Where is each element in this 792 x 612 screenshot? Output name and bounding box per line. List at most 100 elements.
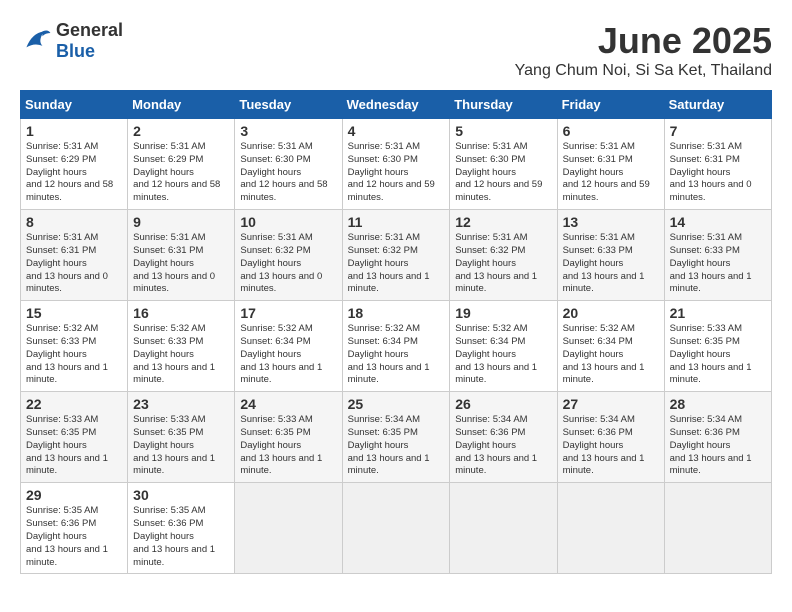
day-number: 11 bbox=[348, 214, 445, 230]
day-number: 12 bbox=[455, 214, 551, 230]
day-info: Sunrise: 5:34 AMSunset: 6:36 PMDaylight … bbox=[455, 414, 551, 478]
calendar-week-row: 22 Sunrise: 5:33 AMSunset: 6:35 PMDaylig… bbox=[21, 392, 772, 483]
calendar-cell: 14 Sunrise: 5:31 AMSunset: 6:33 PMDaylig… bbox=[664, 210, 771, 301]
day-number: 2 bbox=[133, 123, 229, 139]
day-number: 23 bbox=[133, 396, 229, 412]
calendar-cell: 1 Sunrise: 5:31 AMSunset: 6:29 PMDayligh… bbox=[21, 119, 128, 210]
day-number: 21 bbox=[670, 305, 766, 321]
calendar-cell: 13 Sunrise: 5:31 AMSunset: 6:33 PMDaylig… bbox=[557, 210, 664, 301]
weekday-header-row: Sunday Monday Tuesday Wednesday Thursday… bbox=[21, 91, 772, 119]
calendar-cell: 2 Sunrise: 5:31 AMSunset: 6:29 PMDayligh… bbox=[128, 119, 235, 210]
day-info: Sunrise: 5:31 AMSunset: 6:30 PMDaylight … bbox=[455, 141, 551, 205]
day-number: 24 bbox=[240, 396, 336, 412]
day-info: Sunrise: 5:32 AMSunset: 6:33 PMDaylight … bbox=[26, 323, 122, 387]
day-info: Sunrise: 5:31 AMSunset: 6:33 PMDaylight … bbox=[563, 232, 659, 296]
day-info: Sunrise: 5:31 AMSunset: 6:29 PMDaylight … bbox=[133, 141, 229, 205]
day-number: 4 bbox=[348, 123, 445, 139]
calendar-cell: 26 Sunrise: 5:34 AMSunset: 6:36 PMDaylig… bbox=[450, 392, 557, 483]
day-number: 18 bbox=[348, 305, 445, 321]
header-wednesday: Wednesday bbox=[342, 91, 450, 119]
day-number: 14 bbox=[670, 214, 766, 230]
header-thursday: Thursday bbox=[450, 91, 557, 119]
day-info: Sunrise: 5:32 AMSunset: 6:33 PMDaylight … bbox=[133, 323, 229, 387]
day-info: Sunrise: 5:31 AMSunset: 6:30 PMDaylight … bbox=[240, 141, 336, 205]
calendar-cell: 9 Sunrise: 5:31 AMSunset: 6:31 PMDayligh… bbox=[128, 210, 235, 301]
day-number: 16 bbox=[133, 305, 229, 321]
calendar-cell: 20 Sunrise: 5:32 AMSunset: 6:34 PMDaylig… bbox=[557, 301, 664, 392]
day-info: Sunrise: 5:31 AMSunset: 6:32 PMDaylight … bbox=[240, 232, 336, 296]
calendar-cell: 21 Sunrise: 5:33 AMSunset: 6:35 PMDaylig… bbox=[664, 301, 771, 392]
calendar-table: Sunday Monday Tuesday Wednesday Thursday… bbox=[20, 90, 772, 574]
logo-icon bbox=[20, 25, 52, 57]
calendar-cell: 30 Sunrise: 5:35 AMSunset: 6:36 PMDaylig… bbox=[128, 483, 235, 574]
day-info: Sunrise: 5:31 AMSunset: 6:32 PMDaylight … bbox=[455, 232, 551, 296]
day-number: 26 bbox=[455, 396, 551, 412]
day-number: 1 bbox=[26, 123, 122, 139]
day-info: Sunrise: 5:35 AMSunset: 6:36 PMDaylight … bbox=[133, 505, 229, 569]
day-number: 8 bbox=[26, 214, 122, 230]
day-info: Sunrise: 5:32 AMSunset: 6:34 PMDaylight … bbox=[240, 323, 336, 387]
calendar-cell: 3 Sunrise: 5:31 AMSunset: 6:30 PMDayligh… bbox=[235, 119, 342, 210]
logo-blue: Blue bbox=[56, 41, 95, 61]
day-number: 28 bbox=[670, 396, 766, 412]
day-number: 22 bbox=[26, 396, 122, 412]
logo: General Blue bbox=[20, 20, 123, 62]
calendar-cell: 10 Sunrise: 5:31 AMSunset: 6:32 PMDaylig… bbox=[235, 210, 342, 301]
calendar-cell: 28 Sunrise: 5:34 AMSunset: 6:36 PMDaylig… bbox=[664, 392, 771, 483]
header-tuesday: Tuesday bbox=[235, 91, 342, 119]
calendar-cell: 11 Sunrise: 5:31 AMSunset: 6:32 PMDaylig… bbox=[342, 210, 450, 301]
day-info: Sunrise: 5:31 AMSunset: 6:33 PMDaylight … bbox=[670, 232, 766, 296]
day-info: Sunrise: 5:33 AMSunset: 6:35 PMDaylight … bbox=[26, 414, 122, 478]
day-info: Sunrise: 5:34 AMSunset: 6:35 PMDaylight … bbox=[348, 414, 445, 478]
calendar-cell: 25 Sunrise: 5:34 AMSunset: 6:35 PMDaylig… bbox=[342, 392, 450, 483]
day-info: Sunrise: 5:31 AMSunset: 6:30 PMDaylight … bbox=[348, 141, 445, 205]
header-friday: Friday bbox=[557, 91, 664, 119]
day-info: Sunrise: 5:33 AMSunset: 6:35 PMDaylight … bbox=[240, 414, 336, 478]
day-info: Sunrise: 5:34 AMSunset: 6:36 PMDaylight … bbox=[563, 414, 659, 478]
day-info: Sunrise: 5:35 AMSunset: 6:36 PMDaylight … bbox=[26, 505, 122, 569]
day-number: 27 bbox=[563, 396, 659, 412]
header-saturday: Saturday bbox=[664, 91, 771, 119]
day-number: 7 bbox=[670, 123, 766, 139]
calendar-cell: 17 Sunrise: 5:32 AMSunset: 6:34 PMDaylig… bbox=[235, 301, 342, 392]
day-info: Sunrise: 5:31 AMSunset: 6:31 PMDaylight … bbox=[563, 141, 659, 205]
day-info: Sunrise: 5:31 AMSunset: 6:29 PMDaylight … bbox=[26, 141, 122, 205]
day-number: 6 bbox=[563, 123, 659, 139]
day-info: Sunrise: 5:31 AMSunset: 6:32 PMDaylight … bbox=[348, 232, 445, 296]
calendar-week-row: 8 Sunrise: 5:31 AMSunset: 6:31 PMDayligh… bbox=[21, 210, 772, 301]
day-info: Sunrise: 5:33 AMSunset: 6:35 PMDaylight … bbox=[670, 323, 766, 387]
day-number: 20 bbox=[563, 305, 659, 321]
day-number: 3 bbox=[240, 123, 336, 139]
page-header: General Blue June 2025 Yang Chum Noi, Si… bbox=[20, 20, 772, 80]
empty-cell bbox=[342, 483, 450, 574]
empty-cell bbox=[235, 483, 342, 574]
calendar-cell: 12 Sunrise: 5:31 AMSunset: 6:32 PMDaylig… bbox=[450, 210, 557, 301]
logo-text: General Blue bbox=[56, 20, 123, 62]
calendar-cell: 8 Sunrise: 5:31 AMSunset: 6:31 PMDayligh… bbox=[21, 210, 128, 301]
logo-general: General bbox=[56, 20, 123, 40]
calendar-cell: 22 Sunrise: 5:33 AMSunset: 6:35 PMDaylig… bbox=[21, 392, 128, 483]
calendar-cell: 6 Sunrise: 5:31 AMSunset: 6:31 PMDayligh… bbox=[557, 119, 664, 210]
calendar-title: June 2025 bbox=[515, 20, 772, 62]
calendar-week-row: 29 Sunrise: 5:35 AMSunset: 6:36 PMDaylig… bbox=[21, 483, 772, 574]
day-info: Sunrise: 5:31 AMSunset: 6:31 PMDaylight … bbox=[26, 232, 122, 296]
day-info: Sunrise: 5:32 AMSunset: 6:34 PMDaylight … bbox=[455, 323, 551, 387]
day-number: 17 bbox=[240, 305, 336, 321]
header-monday: Monday bbox=[128, 91, 235, 119]
calendar-cell: 24 Sunrise: 5:33 AMSunset: 6:35 PMDaylig… bbox=[235, 392, 342, 483]
day-info: Sunrise: 5:34 AMSunset: 6:36 PMDaylight … bbox=[670, 414, 766, 478]
calendar-cell: 15 Sunrise: 5:32 AMSunset: 6:33 PMDaylig… bbox=[21, 301, 128, 392]
calendar-cell: 19 Sunrise: 5:32 AMSunset: 6:34 PMDaylig… bbox=[450, 301, 557, 392]
location-subtitle: Yang Chum Noi, Si Sa Ket, Thailand bbox=[515, 62, 772, 80]
day-info: Sunrise: 5:32 AMSunset: 6:34 PMDaylight … bbox=[563, 323, 659, 387]
day-number: 25 bbox=[348, 396, 445, 412]
empty-cell bbox=[664, 483, 771, 574]
calendar-cell: 29 Sunrise: 5:35 AMSunset: 6:36 PMDaylig… bbox=[21, 483, 128, 574]
day-number: 19 bbox=[455, 305, 551, 321]
day-info: Sunrise: 5:32 AMSunset: 6:34 PMDaylight … bbox=[348, 323, 445, 387]
calendar-body: 1 Sunrise: 5:31 AMSunset: 6:29 PMDayligh… bbox=[21, 119, 772, 574]
day-number: 29 bbox=[26, 487, 122, 503]
day-info: Sunrise: 5:33 AMSunset: 6:35 PMDaylight … bbox=[133, 414, 229, 478]
day-number: 30 bbox=[133, 487, 229, 503]
calendar-cell: 27 Sunrise: 5:34 AMSunset: 6:36 PMDaylig… bbox=[557, 392, 664, 483]
